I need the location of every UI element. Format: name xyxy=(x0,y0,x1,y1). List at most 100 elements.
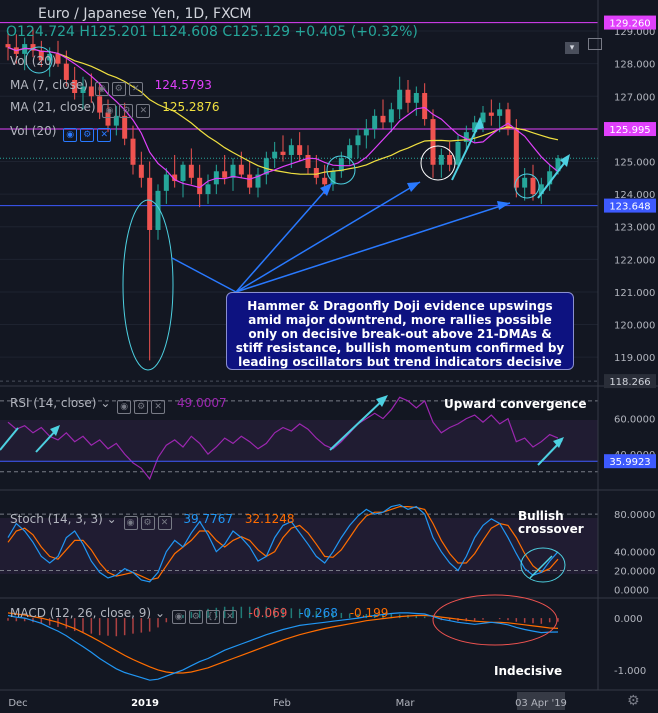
candle-body xyxy=(422,93,428,120)
macd-label: MACD (12, 26, close, 9) xyxy=(10,606,152,620)
candle-body xyxy=(272,151,278,159)
eye-icon[interactable]: ◉ xyxy=(102,104,117,118)
x-tick-label: Mar xyxy=(396,698,416,709)
x-tick-label: 2019 xyxy=(131,698,159,709)
macd-line-value: -0.268 xyxy=(299,606,338,620)
eye-icon[interactable]: ◉ xyxy=(94,82,109,96)
rsi-tick-label: 60.0000 xyxy=(614,415,655,426)
window-controls: ▾ xyxy=(565,35,603,54)
close-icon[interactable]: ✕ xyxy=(136,104,151,118)
rsi-tag-label: 35.9923 xyxy=(609,457,650,468)
gear-icon[interactable]: ⚙ xyxy=(134,400,149,414)
candle-body xyxy=(188,164,194,178)
close-icon[interactable]: ✕ xyxy=(97,128,112,142)
candle-body xyxy=(497,109,503,116)
ma21-value: 125.2876 xyxy=(162,100,220,114)
candle-body xyxy=(363,128,369,136)
rsi-legend[interactable]: RSI (14, close) ⌄ ◉ ⚙ ✕ 49.0007 xyxy=(10,396,227,414)
vol-top-label: Vol (20) xyxy=(10,54,57,68)
candle-body xyxy=(488,112,494,116)
candle-body xyxy=(430,119,436,165)
ma7-value: 124.5793 xyxy=(154,78,212,92)
gear-icon[interactable]: ⚙ xyxy=(140,516,155,530)
ma7-legend[interactable]: MA (7, close) ◉ ⚙ ✕ 124.5793 xyxy=(10,78,212,96)
stoch-legend[interactable]: Stoch (14, 3, 3) ⌄ ◉ ⚙ ✕ 39.7767 32.1248 xyxy=(10,512,294,530)
ma21-label: MA (21, close) xyxy=(10,100,96,114)
stoch-k-value: 39.7767 xyxy=(183,512,234,526)
candle-body xyxy=(338,158,344,172)
vol-top-legend[interactable]: Vol (20) xyxy=(10,54,56,68)
candle-body xyxy=(522,177,528,188)
price-tag-label: 123.648 xyxy=(609,202,650,213)
candle-body xyxy=(163,174,169,191)
gear-icon[interactable]: ⚙ xyxy=(119,104,134,118)
ma7-label: MA (7, close) xyxy=(10,78,88,92)
candle-body xyxy=(247,174,253,188)
eye-icon[interactable]: ◉ xyxy=(63,128,78,142)
stoch-d-value: 32.1248 xyxy=(244,512,295,526)
stoch-label: Stoch (14, 3, 3) xyxy=(10,512,103,526)
collapse-icon[interactable]: ▾ xyxy=(565,42,579,54)
candle-body xyxy=(347,145,353,159)
candle-body xyxy=(130,138,136,165)
rsi-band xyxy=(0,420,598,462)
eye-icon[interactable]: ◉ xyxy=(123,516,138,530)
price-tick-label: 122.000 xyxy=(614,255,655,266)
chevron-down-icon[interactable]: ⌄ xyxy=(100,396,110,410)
vol-legend[interactable]: Vol (20) ◉ ⚙ ✕ xyxy=(10,124,112,142)
ma21-legend[interactable]: MA (21, close) ◉ ⚙ ✕ 125.2876 xyxy=(10,100,219,118)
gear-icon[interactable]: ⚙ xyxy=(188,610,203,624)
stoch-tick-label: 40.0000 xyxy=(614,548,655,559)
ohlc-values: O124.724 H125.201 L124.608 C125.129 +0.4… xyxy=(6,24,418,40)
close-icon[interactable]: ✕ xyxy=(151,400,166,414)
candle-body xyxy=(147,177,153,230)
maximize-icon[interactable] xyxy=(588,38,603,50)
price-tick-label: 125.000 xyxy=(614,157,655,168)
candle-body xyxy=(372,115,378,129)
candle-body xyxy=(138,164,144,178)
candle-body xyxy=(313,168,319,178)
settings-gear-icon[interactable]: ⚙ xyxy=(627,693,640,709)
candle-body xyxy=(288,145,294,155)
price-tick-label: 119.000 xyxy=(614,353,655,364)
candle-body xyxy=(280,151,286,155)
price-tag-label: 125.995 xyxy=(609,125,650,136)
macd-tick-label: 0.000 xyxy=(614,614,643,625)
stoch-tick-label: 20.0000 xyxy=(614,567,655,578)
chevron-down-icon[interactable]: ⌄ xyxy=(155,606,165,620)
braces-icon[interactable]: {} xyxy=(205,610,220,624)
macd-signal-value: -0.199 xyxy=(349,606,389,620)
candle-body xyxy=(238,164,244,175)
x-tick-label: Dec xyxy=(8,698,27,709)
x-tick-label: 03 Apr '19 xyxy=(515,698,567,709)
candle-body xyxy=(355,135,361,146)
candle-body xyxy=(513,128,519,188)
chart-header: Euro / Japanese Yen, 1D, FXCM O124.724 H… xyxy=(0,0,600,48)
close-icon[interactable]: ✕ xyxy=(128,82,143,96)
macd-tick-label: -1.000 xyxy=(614,666,646,677)
candle-body xyxy=(322,177,328,185)
price-tick-label: 128.000 xyxy=(614,60,655,71)
rsi-label: RSI (14, close) xyxy=(10,396,97,410)
price-tick-label: 127.000 xyxy=(614,92,655,103)
gear-icon[interactable]: ⚙ xyxy=(80,128,95,142)
macd-legend[interactable]: MACD (12, 26, close, 9) ⌄ ◉ ⚙{} ✕ -0.069 -… xyxy=(10,606,388,624)
chevron-down-icon[interactable]: ⌄ xyxy=(107,512,117,526)
vol-label: Vol (20) xyxy=(10,124,57,138)
eye-icon[interactable]: ◉ xyxy=(117,400,132,414)
candle-body xyxy=(397,89,403,110)
stoch-tick-label: 80.0000 xyxy=(614,510,655,521)
candle-body xyxy=(530,177,536,195)
eye-icon[interactable]: ◉ xyxy=(171,610,186,624)
gear-icon[interactable]: ⚙ xyxy=(111,82,126,96)
candle-body xyxy=(388,109,394,123)
price-tick-label: 120.000 xyxy=(614,321,655,332)
candle-body xyxy=(438,154,444,165)
candle-body xyxy=(122,115,128,139)
candle-body xyxy=(380,115,386,123)
close-icon[interactable]: ✕ xyxy=(157,516,172,530)
candle-body xyxy=(405,89,411,103)
candle-body xyxy=(447,154,453,165)
candle-body xyxy=(222,171,228,178)
close-icon[interactable]: ✕ xyxy=(222,610,237,624)
